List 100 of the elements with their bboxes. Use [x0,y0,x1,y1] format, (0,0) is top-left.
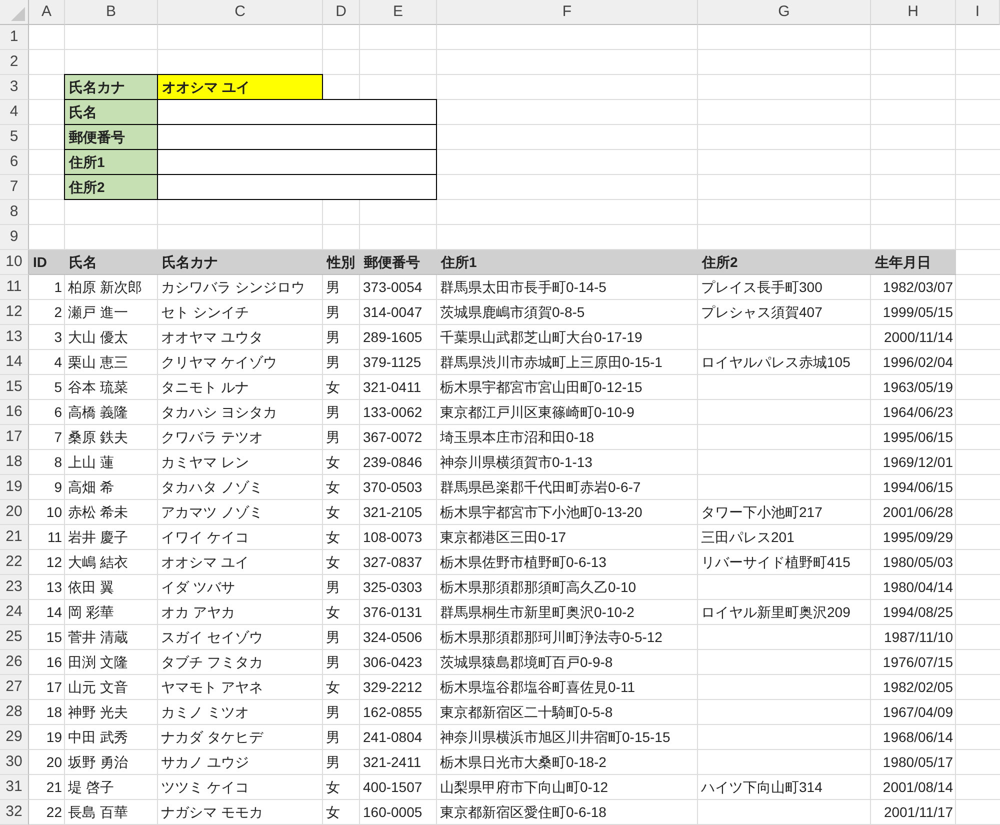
table-cell-text: 1995/09/29 [882,528,954,547]
table-cell-text: 男 [325,628,341,647]
table-cell-text: プレシャス須賀407 [700,303,824,322]
column-heading: 住所2 [698,250,871,275]
table-cell-text: 325-0303 [362,578,424,597]
table-cell-text: 1994/06/15 [882,478,954,497]
row-header[interactable]: 1 [0,25,29,50]
table-cell-text: 群馬県桐生市新里町奥沢0-10-2 [439,603,636,622]
row-header[interactable]: 18 [0,450,29,475]
table-cell-text: 谷本 琉菜 [67,378,129,397]
table-cell-text: 赤松 希未 [67,503,129,522]
input-field[interactable] [157,174,437,200]
table-cell-text: 岩井 慶子 [67,528,129,547]
row-header[interactable]: 13 [0,325,29,350]
row-header[interactable]: 22 [0,550,29,575]
table-cell-text: 男 [325,428,341,447]
table-cell-text: 2001/06/28 [882,503,954,522]
table-cell-text: 男 [325,728,341,747]
column-header[interactable]: C [158,0,323,25]
table-cell-text: 岡 彩華 [67,603,115,622]
table-cell-text: 田渕 文隆 [67,653,129,672]
row-header[interactable]: 6 [0,150,29,175]
row-header[interactable]: 16 [0,400,29,425]
table-cell-text: 376-0131 [362,603,424,622]
row-header[interactable]: 19 [0,475,29,500]
table-cell-text: 1980/04/14 [882,578,954,597]
row-header[interactable]: 3 [0,75,29,100]
row-header[interactable]: 11 [0,275,29,300]
table-cell-text: 1987/11/10 [882,628,954,647]
table-cell-text: セト シンイチ [160,303,250,322]
row-header[interactable]: 9 [0,225,29,250]
column-heading: ID [29,250,65,275]
table-cell-text: 茨城県猿島郡境町百戸0-9-8 [439,653,614,672]
row-header[interactable]: 17 [0,425,29,450]
row-header[interactable]: 20 [0,500,29,525]
row-header[interactable]: 10 [0,250,29,275]
row-header[interactable]: 23 [0,575,29,600]
table-cell-text: 神奈川県横浜市旭区川井宿町0-15-15 [439,728,672,747]
table-cell-text: 栃木県宇都宮市下小池町0-13-20 [439,503,644,522]
row-header[interactable]: 4 [0,100,29,125]
table-cell-text: 群馬県邑楽郡千代田町赤岩0-6-7 [439,478,642,497]
row-header[interactable]: 7 [0,175,29,200]
table-cell-text: 370-0503 [362,478,424,497]
column-header[interactable]: B [65,0,158,25]
row-header[interactable]: 25 [0,625,29,650]
table-cell-text: 2000/11/14 [882,328,954,347]
column-header[interactable]: D [323,0,360,25]
table-cell-text: 6 [53,403,63,422]
table-cell-text: 男 [325,578,341,597]
column-header[interactable]: H [871,0,956,25]
row-header[interactable]: 21 [0,525,29,550]
row-header[interactable]: 5 [0,125,29,150]
table-cell-text: 高橋 義隆 [67,403,129,422]
row-header[interactable]: 27 [0,675,29,700]
table-cell-text: ナガシマ モモカ [160,803,264,822]
table-cell-text: 1995/06/15 [882,428,954,447]
table-cell-text: クリヤマ ケイゾウ [160,353,278,372]
table-cell-text: 289-1605 [362,328,424,347]
row-header[interactable]: 29 [0,725,29,750]
row-header[interactable]: 32 [0,800,29,825]
table-cell-text: 162-0855 [362,703,424,722]
table-cell-text: 女 [325,603,341,622]
row-header[interactable]: 24 [0,600,29,625]
row-header[interactable]: 2 [0,50,29,75]
table-cell-text: 栃木県宇都宮市宮山田町0-12-15 [439,378,644,397]
form-label: 郵便番号 [64,124,158,150]
table-cell-text: 大嶋 結衣 [67,553,129,572]
table-cell-text: 女 [325,553,341,572]
table-cell-text: タワー下小池町217 [700,503,824,522]
table-cell-text: 中田 武秀 [67,728,129,747]
table-cell-text: 三田パレス201 [700,528,796,547]
table-cell-text: 栃木県塩谷郡塩谷町喜佐見0-11 [439,678,636,697]
column-header[interactable]: F [437,0,698,25]
table-cell-text: 21 [45,778,63,797]
table-cell-text: 1967/04/09 [882,703,954,722]
table-cell-text: クワバラ テツオ [160,428,264,447]
row-header[interactable]: 15 [0,375,29,400]
row-header[interactable]: 26 [0,650,29,675]
table-cell-text: 400-1507 [362,778,424,797]
row-header[interactable]: 28 [0,700,29,725]
column-header[interactable]: E [360,0,437,25]
table-cell-text: 1982/03/07 [882,278,954,297]
row-header[interactable]: 8 [0,200,29,225]
table-cell-text: オカ アヤカ [160,603,236,622]
column-header[interactable]: I [956,0,1000,25]
table-cell-text: 1996/02/04 [882,353,954,372]
column-header[interactable]: A [29,0,65,25]
table-cell-text: 栗山 恵三 [67,353,129,372]
row-header[interactable]: 30 [0,750,29,775]
table-cell-text: 東京都港区三田0-17 [439,528,568,547]
row-header[interactable]: 14 [0,350,29,375]
table-cell-text: タカハシ ヨシタカ [160,403,278,422]
table-cell-text: 1964/06/23 [882,403,954,422]
table-cell-text: 22 [45,803,63,822]
column-header[interactable]: G [698,0,871,25]
row-header[interactable]: 12 [0,300,29,325]
table-cell-text: 群馬県太田市長手町0-14-5 [439,278,608,297]
row-header[interactable]: 31 [0,775,29,800]
table-cell-text: 山梨県甲府市下向山町0-12 [439,778,610,797]
table-cell-text: プレイス長手町300 [700,278,824,297]
